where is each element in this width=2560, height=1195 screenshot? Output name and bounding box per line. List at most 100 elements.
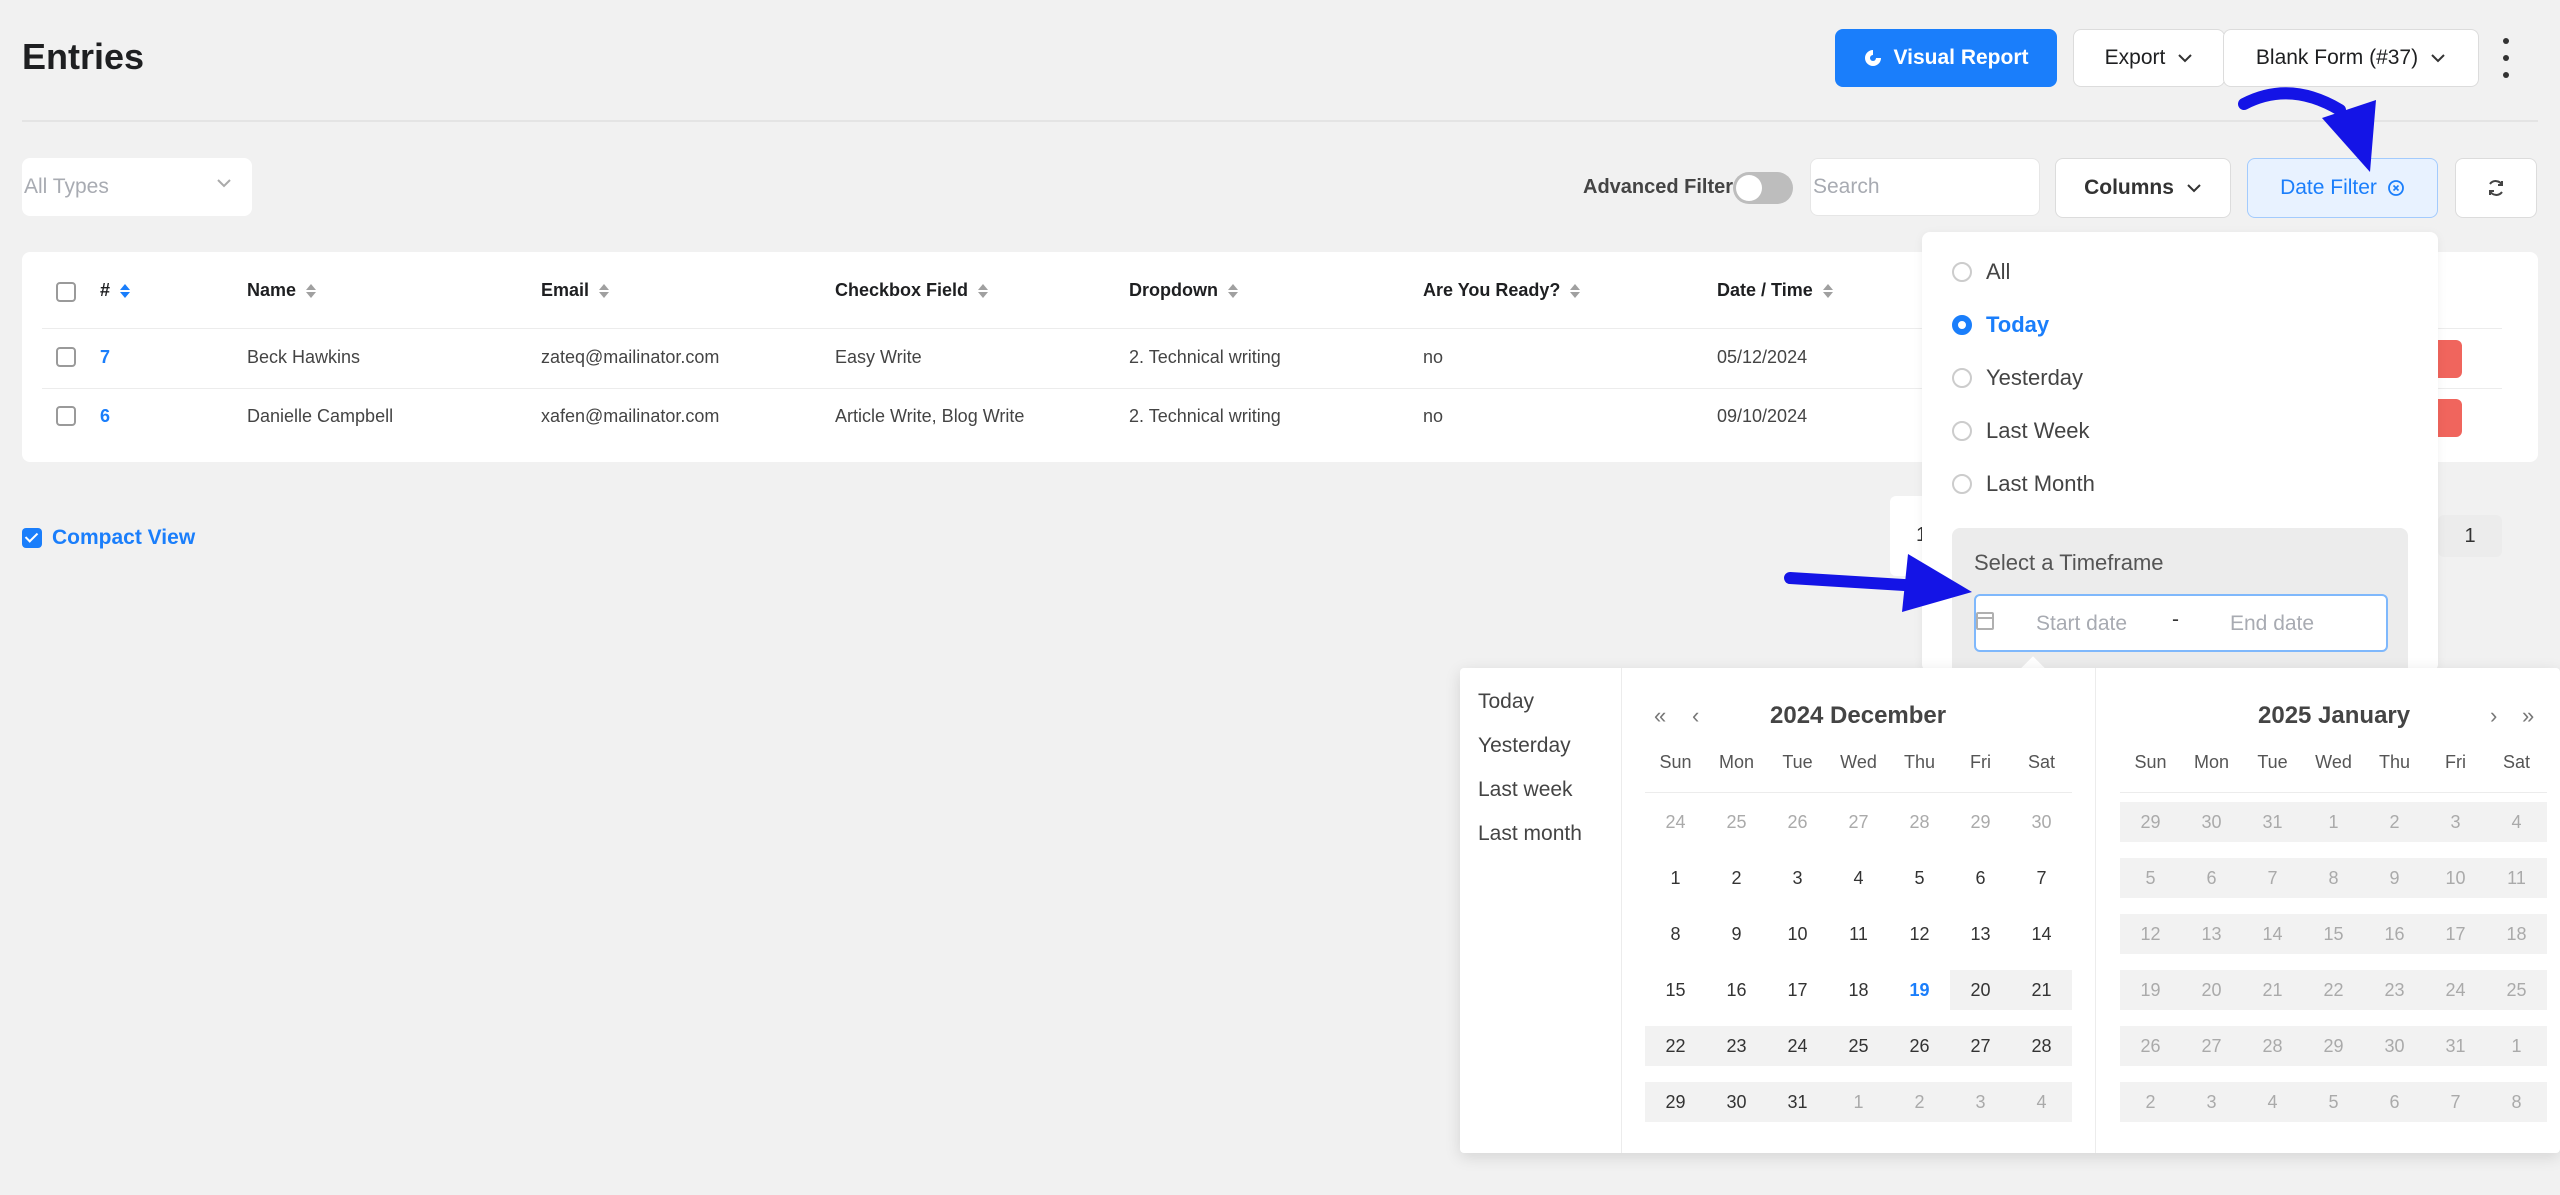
calendar-day[interactable]: 31 — [2242, 802, 2303, 842]
calendar-day[interactable]: 12 — [2120, 914, 2181, 954]
calendar-day[interactable]: 1 — [1645, 858, 1706, 898]
date-filter-button[interactable]: Date Filter — [2247, 158, 2438, 218]
calendar-day[interactable]: 17 — [2425, 914, 2486, 954]
date-option-yesterday[interactable]: Yesterday — [1952, 365, 2083, 391]
date-option-today[interactable]: Today — [1952, 312, 2049, 338]
calendar-day[interactable]: 25 — [1706, 802, 1767, 842]
calendar-day[interactable]: 2 — [2364, 802, 2425, 842]
entry-id-link[interactable]: 6 — [100, 406, 110, 427]
calendar-day[interactable]: 8 — [2303, 858, 2364, 898]
calendar-day[interactable]: 7 — [2242, 858, 2303, 898]
calendar-day[interactable]: 2 — [1889, 1082, 1950, 1122]
next-year-icon[interactable]: » — [2522, 703, 2534, 729]
calendar-day[interactable]: 19 — [2120, 970, 2181, 1010]
refresh-button[interactable] — [2455, 158, 2537, 218]
visual-report-button[interactable]: Visual Report — [1835, 29, 2057, 87]
date-option-last-week[interactable]: Last Week — [1952, 418, 2090, 444]
calendar-day[interactable]: 4 — [2011, 1082, 2072, 1122]
date-option-last-month[interactable]: Last Month — [1952, 471, 2095, 497]
row-checkbox[interactable] — [56, 347, 76, 367]
calendar-day[interactable]: 10 — [1767, 914, 1828, 954]
calendar-day[interactable]: 26 — [1767, 802, 1828, 842]
calendar-day[interactable]: 4 — [1828, 858, 1889, 898]
calendar-day[interactable]: 18 — [2486, 914, 2547, 954]
calendar-day[interactable]: 7 — [2011, 858, 2072, 898]
calendar-day[interactable]: 24 — [2425, 970, 2486, 1010]
next-month-icon[interactable]: › — [2490, 703, 2497, 729]
calendar-day[interactable]: 1 — [2486, 1026, 2547, 1066]
calendar-day[interactable]: 8 — [1645, 914, 1706, 954]
calendar-day[interactable]: 3 — [2181, 1082, 2242, 1122]
calendar-day[interactable]: 29 — [2120, 802, 2181, 842]
calendar-day[interactable]: 14 — [2011, 914, 2072, 954]
calendar-day[interactable]: 27 — [1828, 802, 1889, 842]
calendar-day[interactable]: 15 — [2303, 914, 2364, 954]
calendar-day[interactable]: 9 — [1706, 914, 1767, 954]
column-header-date-time[interactable]: Date / Time — [1717, 280, 1833, 301]
column-header-email[interactable]: Email — [541, 280, 610, 301]
calendar-day[interactable]: 30 — [2181, 802, 2242, 842]
entry-id-link[interactable]: 7 — [100, 347, 110, 368]
calendar-day[interactable]: 29 — [1645, 1082, 1706, 1122]
shortcut-yesterday[interactable]: Yesterday — [1478, 734, 1571, 758]
calendar-day[interactable]: 13 — [2181, 914, 2242, 954]
calendar-day[interactable]: 25 — [1828, 1026, 1889, 1066]
calendar-day[interactable]: 3 — [1950, 1082, 2011, 1122]
calendar-day[interactable]: 25 — [2486, 970, 2547, 1010]
calendar-day[interactable]: 21 — [2242, 970, 2303, 1010]
calendar-day[interactable]: 30 — [1706, 1082, 1767, 1122]
calendar-day[interactable]: 24 — [1645, 802, 1706, 842]
calendar-day[interactable]: 21 — [2011, 970, 2072, 1010]
calendar-day[interactable]: 11 — [1828, 914, 1889, 954]
calendar-day[interactable]: 5 — [2303, 1082, 2364, 1122]
calendar-day[interactable]: 28 — [1889, 802, 1950, 842]
prev-month-icon[interactable]: ‹ — [1692, 703, 1699, 729]
calendar-day[interactable]: 4 — [2486, 802, 2547, 842]
calendar-day[interactable]: 19 — [1889, 970, 1950, 1010]
calendar-day[interactable]: 6 — [2364, 1082, 2425, 1122]
column-header-are-you-ready[interactable]: Are You Ready? — [1423, 280, 1581, 301]
shortcut-last-month[interactable]: Last month — [1478, 822, 1582, 846]
calendar-day[interactable]: 26 — [2120, 1026, 2181, 1066]
calendar-day[interactable]: 31 — [1767, 1082, 1828, 1122]
date-range-input[interactable]: Start date - End date — [1974, 594, 2388, 652]
entry-types-select[interactable]: All Types — [22, 158, 252, 216]
shortcut-today[interactable]: Today — [1478, 690, 1534, 714]
calendar-day[interactable]: 14 — [2242, 914, 2303, 954]
column-header-id[interactable]: # — [100, 280, 131, 301]
calendar-day[interactable]: 15 — [1645, 970, 1706, 1010]
columns-button[interactable]: Columns — [2055, 158, 2231, 218]
calendar-day[interactable]: 30 — [2364, 1026, 2425, 1066]
calendar-day[interactable]: 23 — [2364, 970, 2425, 1010]
start-date-placeholder[interactable]: Start date — [2036, 612, 2127, 636]
row-checkbox[interactable] — [56, 406, 76, 426]
calendar-day[interactable]: 3 — [1767, 858, 1828, 898]
calendar-day[interactable]: 1 — [1828, 1082, 1889, 1122]
calendar-day[interactable]: 16 — [1706, 970, 1767, 1010]
shortcut-last-week[interactable]: Last week — [1478, 778, 1573, 802]
calendar-day[interactable]: 9 — [2364, 858, 2425, 898]
calendar-day[interactable]: 22 — [2303, 970, 2364, 1010]
calendar-day[interactable]: 6 — [2181, 858, 2242, 898]
search-input[interactable]: Search — [1810, 158, 2040, 216]
calendar-day[interactable]: 23 — [1706, 1026, 1767, 1066]
calendar-day[interactable]: 27 — [1950, 1026, 2011, 1066]
more-options-icon[interactable] — [2500, 38, 2512, 78]
form-select[interactable]: Blank Form (#37) — [2223, 29, 2479, 87]
calendar-day[interactable]: 24 — [1767, 1026, 1828, 1066]
calendar-day[interactable]: 18 — [1828, 970, 1889, 1010]
advanced-filter-toggle[interactable] — [1733, 172, 1793, 204]
calendar-day[interactable]: 6 — [1950, 858, 2011, 898]
column-header-name[interactable]: Name — [247, 280, 317, 301]
calendar-day[interactable]: 12 — [1889, 914, 1950, 954]
calendar-day[interactable]: 29 — [2303, 1026, 2364, 1066]
calendar-day[interactable]: 5 — [1889, 858, 1950, 898]
select-all-checkbox[interactable] — [56, 282, 76, 302]
calendar-day[interactable]: 22 — [1645, 1026, 1706, 1066]
calendar-day[interactable]: 28 — [2242, 1026, 2303, 1066]
calendar-day[interactable]: 4 — [2242, 1082, 2303, 1122]
calendar-day[interactable]: 30 — [2011, 802, 2072, 842]
calendar-day[interactable]: 3 — [2425, 802, 2486, 842]
calendar-day[interactable]: 7 — [2425, 1082, 2486, 1122]
column-header-checkbox-field[interactable]: Checkbox Field — [835, 280, 989, 301]
